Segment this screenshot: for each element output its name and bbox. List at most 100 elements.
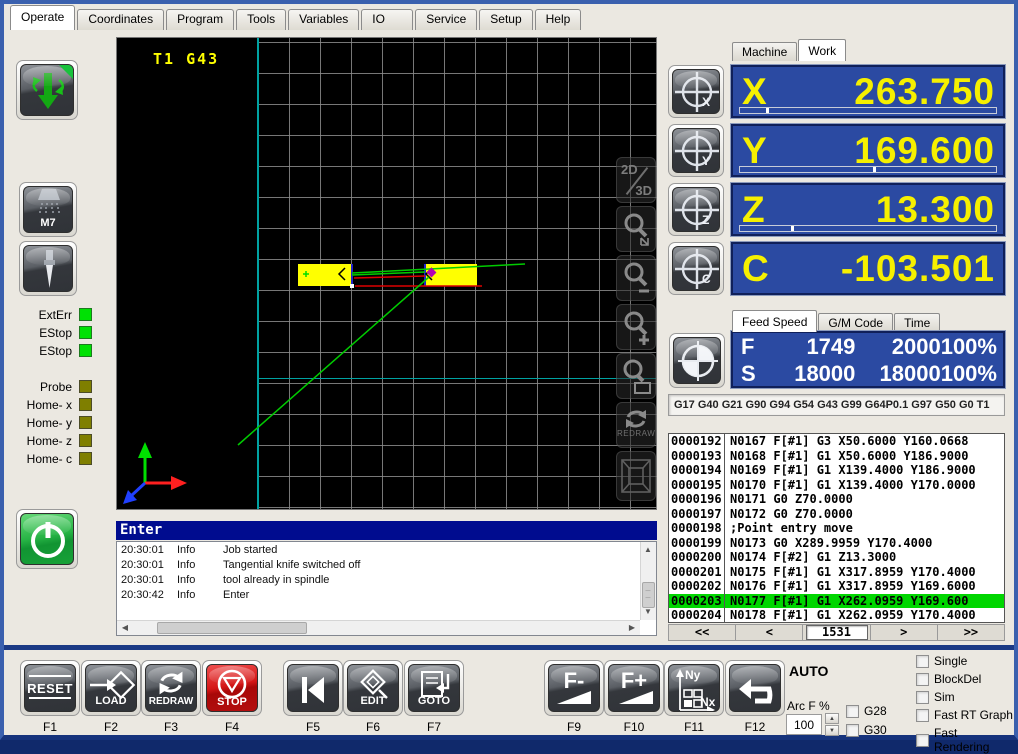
page-first-button[interactable]: <<: [669, 625, 736, 640]
page-prev-button[interactable]: <: [736, 625, 803, 640]
page-next-button[interactable]: >: [871, 625, 938, 640]
spinner-down-icon[interactable]: ▼: [825, 725, 839, 736]
zoom-window-button[interactable]: [616, 353, 656, 399]
power-on-button[interactable]: [16, 509, 78, 569]
redraw-button[interactable]: REDRAW: [141, 660, 201, 716]
log-box[interactable]: 20:30:01 Info Job started 20:30:01 Info …: [116, 541, 657, 636]
led-label: Home- c: [27, 452, 72, 466]
dro-c: C -103.501: [731, 242, 1005, 295]
gcode-line: 0000202N0176 F[#1] G1 X317.8959 Y169.600…: [669, 579, 1004, 594]
log-time: 20:30:01: [121, 574, 177, 586]
home-c-led: [79, 452, 92, 465]
sim-checkbox[interactable]: [916, 691, 929, 704]
fast-rt-graph-checkbox[interactable]: [916, 709, 929, 722]
coolant-m7-button[interactable]: M7: [19, 182, 77, 237]
zero-x-button[interactable]: X: [668, 65, 724, 118]
redraw-view-button[interactable]: REDRAW: [616, 402, 656, 448]
position-tick: [791, 226, 794, 231]
feed-programmed: 2000: [855, 334, 940, 360]
feed-override: 100%: [941, 334, 997, 360]
tab-time[interactable]: Time: [894, 313, 940, 332]
main-tabbar: Operate Coordinates Program Tools Variab…: [10, 5, 583, 30]
spindle-on-button[interactable]: [16, 60, 78, 120]
zero-c-button[interactable]: C: [668, 242, 724, 295]
tab-program[interactable]: Program: [166, 9, 234, 30]
arc-f-label: Arc F %: [787, 699, 830, 713]
g30-checkbox[interactable]: [846, 724, 859, 737]
tab-setup[interactable]: Setup: [479, 9, 532, 30]
axis-y-position-bar: [739, 166, 997, 173]
log-horizontal-scrollbar[interactable]: ◀ ▶: [117, 620, 640, 635]
goto-button[interactable]: GOTO: [404, 660, 464, 716]
tab-service[interactable]: Service: [415, 9, 477, 30]
fast-rt-graph-label: Fast RT Graph: [934, 708, 1013, 722]
view-cube-button[interactable]: [616, 451, 656, 501]
tab-machine[interactable]: Machine: [732, 42, 797, 61]
checkbox-row-fast-rendering: Fast Rendering: [916, 726, 1014, 754]
checkbox-row-sim: Sim: [916, 690, 955, 704]
fkey-label: F1: [20, 720, 80, 734]
zoom-in-button[interactable]: [616, 304, 656, 350]
svg-text:C: C: [702, 272, 711, 286]
zoom-extents-button[interactable]: [616, 206, 656, 252]
blockdel-checkbox[interactable]: [916, 673, 929, 686]
redraw-icon: [622, 407, 650, 431]
led-row-estop2: EStop: [4, 343, 104, 359]
tab-coordinates[interactable]: Coordinates: [77, 9, 164, 30]
nesting-button[interactable]: Ny Nx: [664, 660, 724, 716]
led-label: Home- z: [27, 434, 72, 448]
fast-rendering-checkbox[interactable]: [916, 734, 929, 747]
scroll-right-icon[interactable]: ▶: [625, 621, 639, 635]
feed-plus-button[interactable]: F+: [604, 660, 664, 716]
log-vertical-scrollbar[interactable]: ▲ ── ▼: [640, 542, 656, 620]
gcode-line: 0000198;Point entry move: [669, 521, 1004, 536]
led-label: EStop: [39, 344, 72, 358]
tab-feed-speed[interactable]: Feed Speed: [732, 310, 817, 332]
rewind-button[interactable]: [283, 660, 343, 716]
probe-button[interactable]: [19, 241, 77, 296]
scroll-thumb[interactable]: [157, 622, 307, 634]
scroll-down-icon[interactable]: ▼: [641, 605, 655, 619]
tab-work[interactable]: Work: [798, 39, 846, 61]
view-2d3d-button[interactable]: 2D 3D: [616, 157, 656, 203]
page-last-button[interactable]: >>: [938, 625, 1004, 640]
fkey-label: F3: [141, 720, 201, 734]
scroll-left-icon[interactable]: ◀: [118, 621, 132, 635]
fast-rendering-label: Fast Rendering: [934, 726, 1014, 754]
zero-z-button[interactable]: Z: [668, 183, 724, 236]
log-entry: 20:30:01 Info tool already in spindle: [117, 572, 656, 587]
page-number[interactable]: 1531: [806, 625, 868, 640]
load-button[interactable]: LOAD: [81, 660, 141, 716]
edit-button[interactable]: EDIT: [343, 660, 403, 716]
zero-y-button[interactable]: Y: [668, 124, 724, 177]
redraw-label: REDRAW: [617, 429, 655, 438]
zero-all-button[interactable]: [669, 333, 725, 388]
toolpath-canvas[interactable]: T1 G43 2D: [116, 37, 657, 510]
g28-checkbox[interactable]: [846, 705, 859, 718]
reset-button[interactable]: RESET: [20, 660, 80, 716]
tab-tools[interactable]: Tools: [236, 9, 286, 30]
tab-operate[interactable]: Operate: [10, 5, 75, 30]
zoom-out-button[interactable]: [616, 255, 656, 301]
scroll-up-icon[interactable]: ▲: [641, 543, 655, 557]
feed-minus-button[interactable]: F-: [544, 660, 604, 716]
probe-tool-icon: [24, 246, 73, 292]
tab-io[interactable]: IO: [361, 9, 413, 30]
dro-z: Z 13.300: [731, 183, 1005, 236]
gcode-listing[interactable]: 0000192N0167 F[#1] G3 X50.6000 Y160.0668…: [668, 433, 1005, 623]
arc-f-input[interactable]: 100: [786, 714, 822, 735]
sim-label: Sim: [934, 690, 955, 704]
tab-gm-code[interactable]: G/M Code: [818, 313, 893, 332]
reset-line-top: [29, 675, 71, 677]
zoom-out-icon: [621, 260, 651, 296]
tab-help[interactable]: Help: [535, 9, 582, 30]
led-label: ExtErr: [39, 308, 72, 322]
back-button[interactable]: [725, 660, 785, 716]
speed-actual: 18000: [766, 361, 855, 387]
spinner-up-icon[interactable]: ▲: [825, 713, 839, 724]
nesting-nx-ny-icon: Ny Nx: [670, 666, 718, 712]
fkey-label: F10: [604, 720, 664, 734]
stop-button[interactable]: STOP: [202, 660, 262, 716]
single-checkbox[interactable]: [916, 655, 929, 668]
tab-variables[interactable]: Variables: [288, 9, 359, 30]
